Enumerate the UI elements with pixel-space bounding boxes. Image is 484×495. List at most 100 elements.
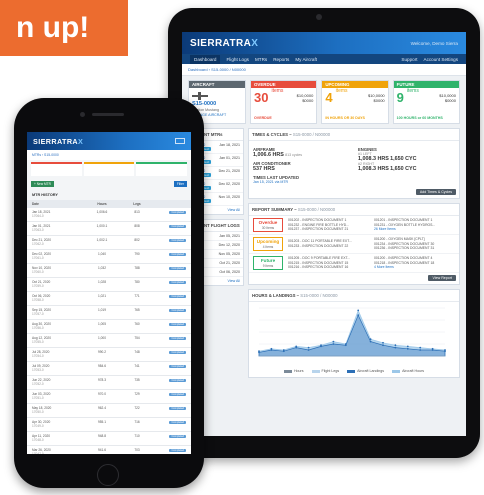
row-legs: 765 (134, 308, 140, 312)
breadcrumb[interactable]: Dashboard › S15-0000 / N00000 (182, 64, 466, 76)
overdue-header: OVERDUE (251, 81, 317, 88)
row-hours: 1,005 (98, 322, 106, 326)
table-row[interactable]: Oct 06, 2020 17058-0 1,021 771 Completed (27, 292, 191, 306)
nav-dashboard[interactable]: Dashboard (190, 54, 221, 64)
phone-future-card[interactable] (136, 162, 188, 176)
nav-my-aircraft[interactable]: My Aircraft (295, 57, 317, 62)
status-badge: Completed (169, 379, 186, 382)
tablet-device: SIERRATRAX Welcome, Demo Sierra Dashboar… (168, 8, 480, 458)
chart-point (258, 351, 260, 354)
chart-point (382, 341, 384, 344)
row-legs: 729 (134, 392, 140, 396)
engine-right-hours: 1,008.3 HRS (358, 166, 389, 172)
nav-reports[interactable]: Reports (273, 57, 289, 62)
phone-overdue-card[interactable] (31, 162, 82, 176)
upcoming-header: UPCOMING (322, 81, 388, 88)
brand-logo[interactable]: SIERRATRAX (190, 38, 258, 49)
legend-landings: Aircraft Landings (347, 369, 384, 373)
welcome-text[interactable]: Welcome, Demo Sierra (411, 41, 458, 46)
phone-camera (80, 112, 85, 117)
upcoming-amounts: $10,0000 $0000 (367, 93, 385, 103)
nav-support[interactable]: Support (401, 57, 417, 62)
add-times-button[interactable]: Add Times & Cycles (415, 189, 456, 195)
row-date: Jan 18, 2021 17064-0 (32, 210, 51, 218)
summary-row: AIRCRAFT S15-0000 Citation Mustang CHANG… (182, 76, 466, 128)
row-status: Completed (152, 350, 186, 354)
filter-button[interactable]: Filter (173, 181, 187, 187)
chart-point (307, 346, 310, 349)
chart-point (357, 314, 360, 317)
table-row[interactable]: Jun 03, 2020 17051-0 970.0 729 Completed (27, 390, 191, 404)
row-legs: 771 (134, 294, 140, 298)
tablet-camera (316, 14, 322, 20)
table-row[interactable]: Jul 28, 2020 17054-0 990.2 748 Completed (27, 348, 191, 362)
chart-point (431, 349, 434, 351)
row-hours: 1,019 (98, 308, 106, 312)
overdue-unit: items (271, 88, 284, 94)
row-legs: 788 (134, 266, 140, 270)
aircraft-card-header: AIRCRAFT (189, 81, 245, 88)
nav-account-settings[interactable]: Account Settings (424, 57, 458, 62)
updated-value: Jan 15, 2021 via MTR (253, 180, 289, 184)
row-hours: 962.4 (98, 406, 106, 410)
col-date[interactable]: Date (32, 202, 82, 206)
table-row[interactable]: May 18, 2020 17050-0 962.4 722 Completed (27, 404, 191, 418)
nav-mtrs[interactable]: MTRs (255, 57, 267, 62)
table-row[interactable]: Nov 10, 2020 17060-0 1,032 788 Completed (27, 264, 191, 278)
col-legs[interactable]: Legs (122, 202, 152, 206)
table-row[interactable]: Apr 30, 2020 17049-0 955.1 716 Completed (27, 418, 191, 432)
upcoming-card[interactable]: UPCOMING 4 items $10,0000 $0000 IN HOURS O… (321, 80, 389, 124)
row-legs: 722 (134, 406, 140, 410)
chart-point (394, 344, 397, 347)
legend-aircraft-hours: Aircraft Hours (392, 369, 424, 373)
tablet-screen: SIERRATRAX Welcome, Demo Sierra Dashboar… (182, 32, 466, 436)
phone-brand-logo[interactable]: SIERRATRAX (33, 137, 83, 146)
future-card[interactable]: FUTURE 9 items $10,0000 $0000 100 HOURS or… (392, 80, 460, 124)
row-hours: 1,000.1 (96, 224, 108, 228)
table-row[interactable]: Mar 26, 2020 17047-0 941.6 703 Completed (27, 446, 191, 454)
signup-banner[interactable]: n up! (0, 0, 128, 56)
plane-icon (192, 92, 208, 100)
new-mtr-button[interactable]: + New MTR (31, 181, 54, 187)
table-row[interactable]: Jan 01, 2021 17063-0 1,000.1 808 Completed (27, 222, 191, 236)
table-row[interactable]: Oct 21, 2020 17059-0 1,028 780 Completed (27, 278, 191, 292)
future-count: 9 (396, 90, 404, 105)
status-badge: Completed (169, 239, 186, 242)
table-row[interactable]: Dec 21, 2020 17062-0 1,002.1 802 Completed (27, 236, 191, 250)
row-date: Dec 21, 2020 17062-0 (32, 238, 51, 246)
report-overdue-row[interactable]: Overdue 30 Items 001202 - INSPECTION DOCU… (249, 216, 459, 235)
table-row[interactable]: Jul 09, 2020 17053-0 984.6 741 Completed (27, 362, 191, 376)
row-status: Completed (152, 280, 186, 284)
hamburger-menu-icon[interactable] (175, 138, 185, 144)
legend-hours: Hours (283, 369, 304, 373)
table-row[interactable]: Aug 30, 2020 17056-0 1,005 760 Completed (27, 320, 191, 334)
upcoming-unit: items (335, 88, 348, 94)
phone-upcoming-card[interactable] (83, 162, 135, 176)
row-date: Apr 30, 2020 17049-0 (32, 420, 51, 428)
times-right: ENGINES #1 LEFT 1,008.3 HRS 1,650 CYC #2… (354, 141, 459, 187)
row-hours: 1,006.6 (96, 210, 108, 214)
table-row[interactable]: Sep 15, 2020 17057-0 1,019 765 Completed (27, 306, 191, 320)
nav-flight-logs[interactable]: Flight Logs (226, 57, 248, 62)
chart-point (282, 350, 285, 353)
row-status: Completed (152, 378, 186, 382)
row-status: Completed (152, 294, 186, 298)
table-row[interactable]: Jan 18, 2021 17064-0 1,006.6 813 Completed (27, 208, 191, 222)
table-row[interactable]: Aug 12, 2020 17055-0 1,000 754 Completed (27, 334, 191, 348)
view-report-button[interactable]: View Report (428, 275, 456, 281)
phone-device: SIERRATRAX MTRs › S15-0000 + New MTR Fil… (14, 98, 204, 488)
chart-point (406, 347, 409, 350)
report-upcoming-row[interactable]: Upcoming 4 Items 001203 - DOC 11 PORTABLE… (249, 235, 459, 254)
report-future-row[interactable]: Future 9 Items 001205 - DOC 9 PORTABLE FI… (249, 254, 459, 273)
row-status: Completed (152, 322, 186, 326)
row-date: Sep 15, 2020 17057-0 (32, 308, 51, 316)
home-button[interactable] (97, 464, 119, 486)
row-status: Completed (152, 266, 186, 270)
phone-breadcrumb[interactable]: MTRs › S15-0000 (27, 150, 191, 160)
table-row[interactable]: Apr 11, 2020 17048-0 948.8 710 Completed (27, 432, 191, 446)
table-row[interactable]: Dec 02, 2020 17061-0 1,040 790 Completed (27, 250, 191, 264)
chart-point (357, 309, 360, 312)
overdue-card[interactable]: OVERDUE 30 items $10,0000 $0000 OVERDUE (250, 80, 318, 124)
col-hours[interactable]: Hours (82, 202, 122, 206)
table-row[interactable]: Jun 22, 2020 17052-0 978.3 735 Completed (27, 376, 191, 390)
